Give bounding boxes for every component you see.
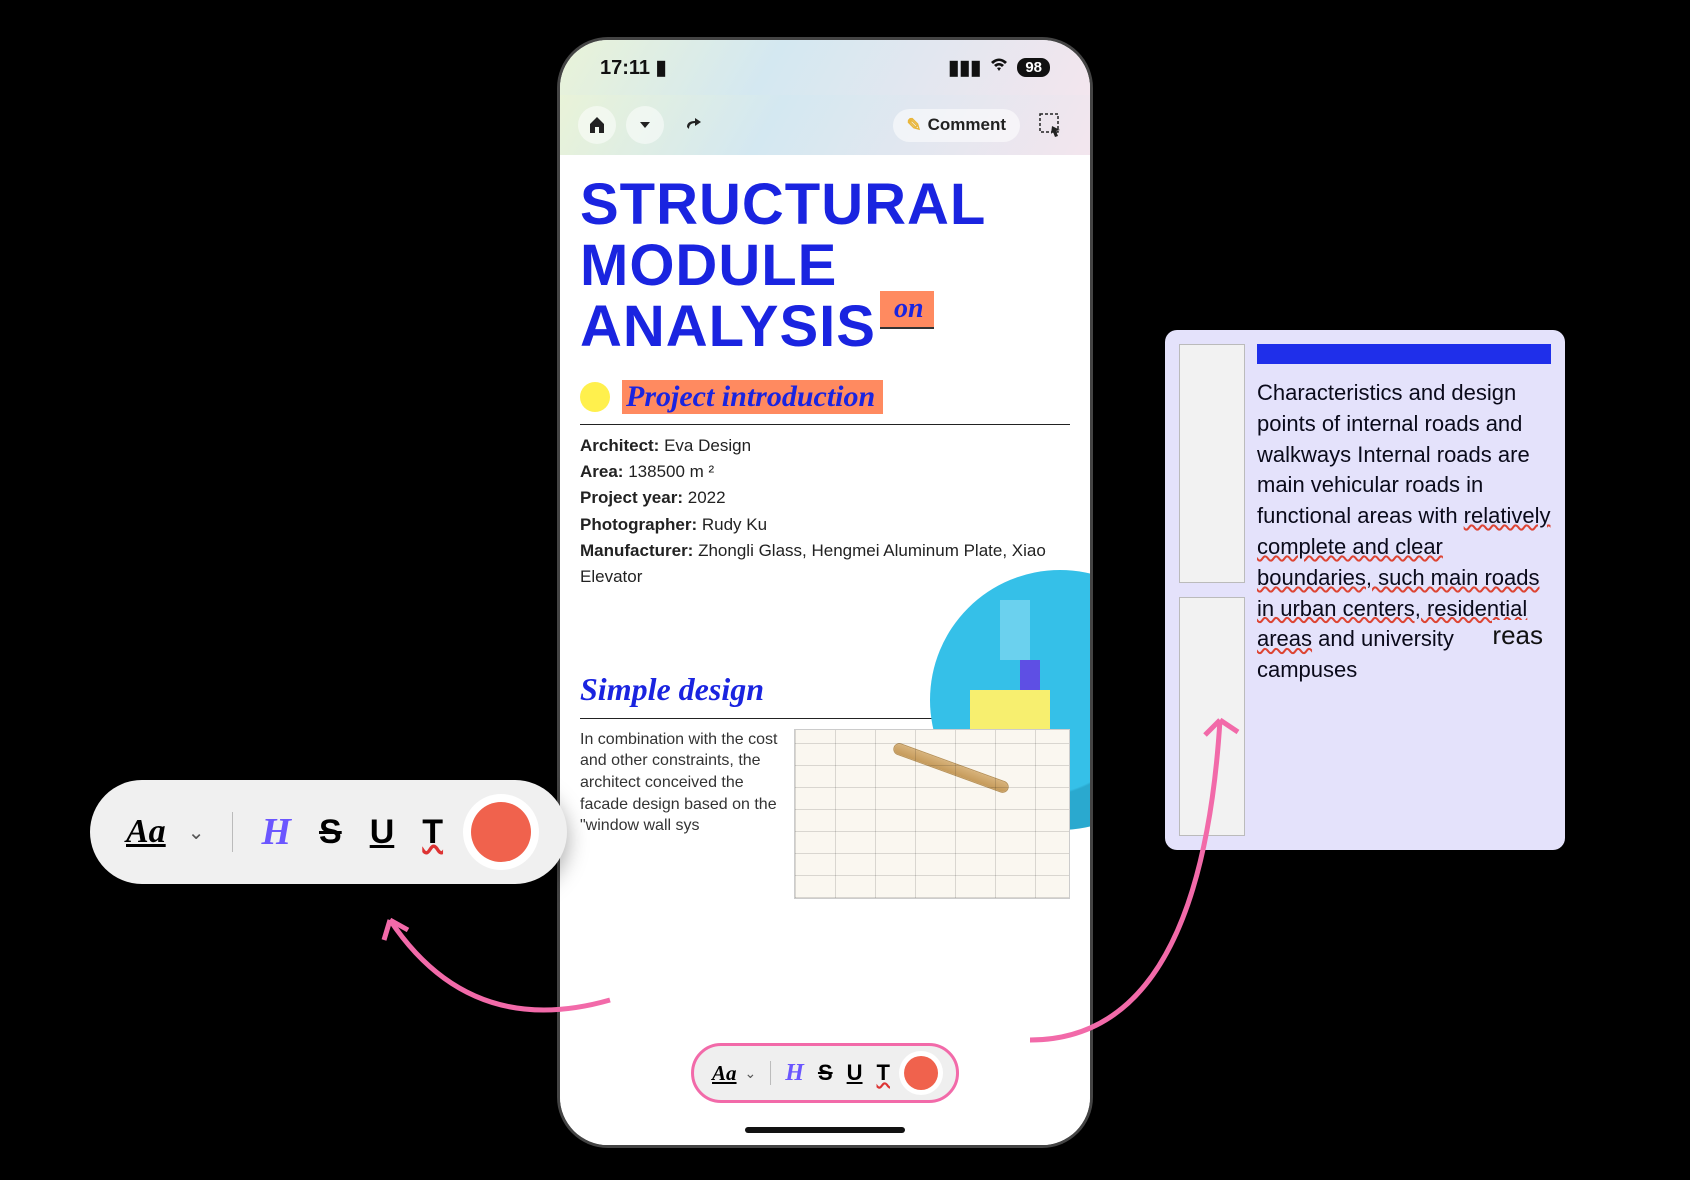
project-metadata: Architect: Eva Design Area: 138500 m ² P… — [580, 433, 1070, 591]
sidecard-thumbs — [1179, 344, 1245, 836]
divider-1 — [580, 424, 1070, 425]
sidecard-header-bar — [1257, 344, 1551, 364]
meta-area-value: 138500 m ² — [628, 462, 714, 481]
comment-label: Comment — [928, 115, 1006, 135]
meta-photographer: Photographer: Rudy Ku — [580, 512, 1070, 538]
chevron-down-icon-large[interactable]: ⌄ — [188, 820, 205, 845]
home-indicator — [745, 1127, 905, 1133]
blueprint-image — [794, 729, 1070, 899]
title-line-2: ANALYSIS — [580, 294, 876, 359]
meta-area: Area: 138500 m ² — [580, 459, 1070, 485]
color-swatch-red-large[interactable] — [471, 802, 531, 862]
doc-title: STRUCTURAL MODULE ANALYSIS — [580, 175, 1070, 358]
font-style-button-large[interactable]: Aa — [126, 813, 166, 851]
meta-year-value: 2022 — [688, 488, 726, 507]
yellow-bullet-icon — [580, 382, 610, 412]
clock-text: 17:11 — [600, 57, 650, 79]
format-bar-inline: Aa ⌄ H S U T — [691, 1043, 959, 1103]
underline-button-large[interactable]: U — [370, 813, 395, 852]
heading-button[interactable]: H — [785, 1060, 804, 1087]
document-canvas[interactable]: STRUCTURAL MODULE ANALYSIS on Project in… — [560, 155, 1090, 1145]
simple-design-text: In combination with the cost and other c… — [580, 729, 780, 899]
chevron-down-icon[interactable]: ⌄ — [745, 1065, 757, 1082]
intro-heading-row: Project introduction — [580, 380, 1070, 414]
format-bar-callout: Aa ⌄ H S U T — [90, 780, 567, 884]
signal-icon: ▮▮▮ — [948, 55, 981, 80]
format-separator-large — [232, 812, 233, 852]
strikethrough-button[interactable]: S — [818, 1060, 833, 1086]
thumb-1 — [1179, 344, 1245, 583]
meta-photographer-label: Photographer: — [580, 515, 697, 534]
meta-area-label: Area: — [580, 462, 623, 481]
redo-button[interactable] — [674, 106, 712, 144]
meta-architect-label: Architect: — [580, 436, 659, 455]
sticker-on: on — [880, 291, 934, 329]
thumb-2 — [1179, 597, 1245, 836]
text-color-button-large[interactable]: T — [422, 813, 443, 852]
undo-dropdown-button[interactable] — [626, 106, 664, 144]
pencil-icon — [893, 743, 1009, 793]
intro-heading: Project introduction — [622, 380, 883, 414]
battery-level: 98 — [1017, 58, 1050, 77]
heading-button-large[interactable]: H — [261, 810, 291, 854]
wifi-icon — [989, 56, 1009, 79]
meta-photographer-value: Rudy Ku — [702, 515, 767, 534]
color-swatch-red[interactable] — [904, 1056, 938, 1090]
selection-tool-button[interactable] — [1030, 104, 1072, 146]
floating-text-fragment: reas — [1492, 620, 1543, 651]
status-right: ▮▮▮ 98 — [948, 55, 1050, 80]
font-style-button[interactable]: Aa — [712, 1061, 737, 1086]
annotation-detail-card: Characteristics and design points of int… — [1165, 330, 1565, 850]
meta-year: Project year: 2022 — [580, 485, 1070, 511]
meta-architect: Architect: Eva Design — [580, 433, 1070, 459]
underline-button[interactable]: U — [847, 1060, 863, 1086]
meta-manufacturer-label: Manufacturer: — [580, 541, 693, 560]
status-bar: 17:11 ▮ ▮▮▮ 98 — [560, 40, 1090, 95]
format-separator — [770, 1061, 771, 1085]
profile-icon: ▮ — [656, 57, 667, 79]
status-time: 17:11 ▮ — [600, 55, 667, 80]
title-line-1: STRUCTURAL MODULE — [580, 172, 985, 298]
simple-design-body: In combination with the cost and other c… — [580, 729, 1070, 899]
phone-frame: 17:11 ▮ ▮▮▮ 98 ✎ Comment — [560, 40, 1090, 1145]
sidecard-body: Characteristics and design points of int… — [1257, 344, 1551, 836]
app-toolbar: ✎ Comment — [560, 95, 1090, 155]
highlighter-icon: ✎ — [907, 115, 922, 136]
home-button[interactable] — [578, 106, 616, 144]
strikethrough-button-large[interactable]: S — [319, 813, 342, 852]
meta-architect-value: Eva Design — [664, 436, 751, 455]
comment-button[interactable]: ✎ Comment — [893, 109, 1021, 142]
text-color-button[interactable]: T — [877, 1060, 890, 1086]
meta-year-label: Project year: — [580, 488, 683, 507]
